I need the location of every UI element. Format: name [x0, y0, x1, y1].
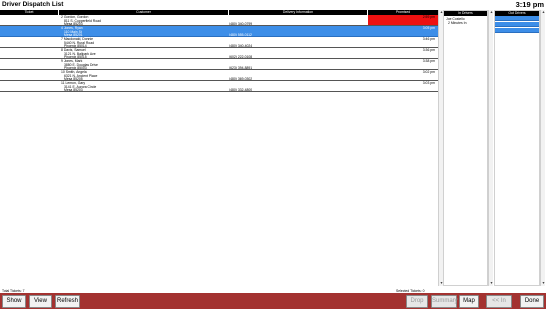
out-driver-row[interactable]: [495, 16, 539, 21]
title-bar: Driver Dispatch List 3:19 pm: [0, 0, 546, 10]
table-row[interactable]: 10 Smith, Angela 6321 N. Ancient Place Mes…: [0, 70, 438, 81]
done-button[interactable]: Done: [520, 295, 544, 308]
table-row[interactable]: 9 Jones, Mark 3880 E. Douglas Drive Phoeni…: [0, 59, 438, 70]
promised-time: 2:59 pm: [422, 15, 435, 19]
button-bar: Show View Refresh Drop Summary Map << In…: [0, 293, 546, 309]
promised-time: 3:03 pm: [422, 81, 435, 85]
in-drivers-header: In Drivers: [444, 11, 487, 16]
in-drivers-scrollbar[interactable]: ▲ ▼: [488, 10, 493, 286]
customer-city: Mesa 85203: [64, 88, 83, 92]
table-row[interactable]: 2 Gordon, Gordon 811 S. Copperfield Road M…: [0, 15, 438, 26]
show-button[interactable]: Show: [2, 295, 26, 308]
customer-phone: (480) 369-0302: [229, 76, 253, 81]
customer-phone: (602) 222-0108: [229, 54, 253, 59]
promised-time: 3:02 pm: [422, 70, 435, 74]
clock: 3:19 pm: [515, 0, 544, 9]
dispatch-table: Ticket Customer Delivery Information Pro…: [0, 10, 438, 286]
out-drivers-panel: Out Drivers: [494, 10, 540, 286]
scroll-down-icon[interactable]: ▼: [541, 281, 546, 286]
promised-time: 3:38 pm: [422, 59, 435, 63]
table-row[interactable]: 11 Lemon, Gary 3141 E. Aurora Circle Mesa …: [0, 81, 438, 92]
refresh-button[interactable]: Refresh: [55, 295, 80, 308]
view-button[interactable]: View: [29, 295, 52, 308]
promised-time: 3:46 pm: [422, 37, 435, 41]
in-driver-status: 2 Minutes In: [448, 21, 467, 25]
drop-button[interactable]: Drop: [406, 295, 428, 308]
table-row[interactable]: 7 Macdonald, Donnie 5440 N. Rural Road Pho…: [0, 37, 438, 48]
promised-time: 3:05 pm: [422, 26, 435, 30]
out-drivers-scrollbar[interactable]: ▲ ▼: [540, 10, 545, 286]
scroll-up-icon[interactable]: ▲: [541, 10, 546, 15]
summary-button[interactable]: Summary: [431, 295, 458, 308]
customer-phone: (480) 555-0112: [229, 32, 252, 37]
out-driver-row[interactable]: [495, 22, 539, 27]
map-button[interactable]: Map: [459, 295, 479, 308]
customer-phone: (480) 340-4024: [229, 43, 253, 48]
table-row[interactable]: 4 Jones, Ryan 110 Main St Mesa 85201 (480) …: [0, 26, 438, 37]
promised-time: 3:36 pm: [422, 48, 435, 52]
table-row[interactable]: 8 Davis, Samuel 3121 N. Ballpark Ave Phoen…: [0, 48, 438, 59]
customer-phone: (480) 332-4800: [229, 87, 253, 92]
out-driver-row[interactable]: [495, 28, 539, 33]
in-drivers-panel: In Drivers Joe Costello 2 Minutes In: [443, 10, 488, 286]
app-title: Driver Dispatch List: [2, 1, 64, 8]
customer-phone: (480) 340-0799: [229, 21, 253, 26]
in-button[interactable]: << In: [486, 295, 512, 308]
customer-phone: (623) 394-8891: [229, 65, 253, 70]
